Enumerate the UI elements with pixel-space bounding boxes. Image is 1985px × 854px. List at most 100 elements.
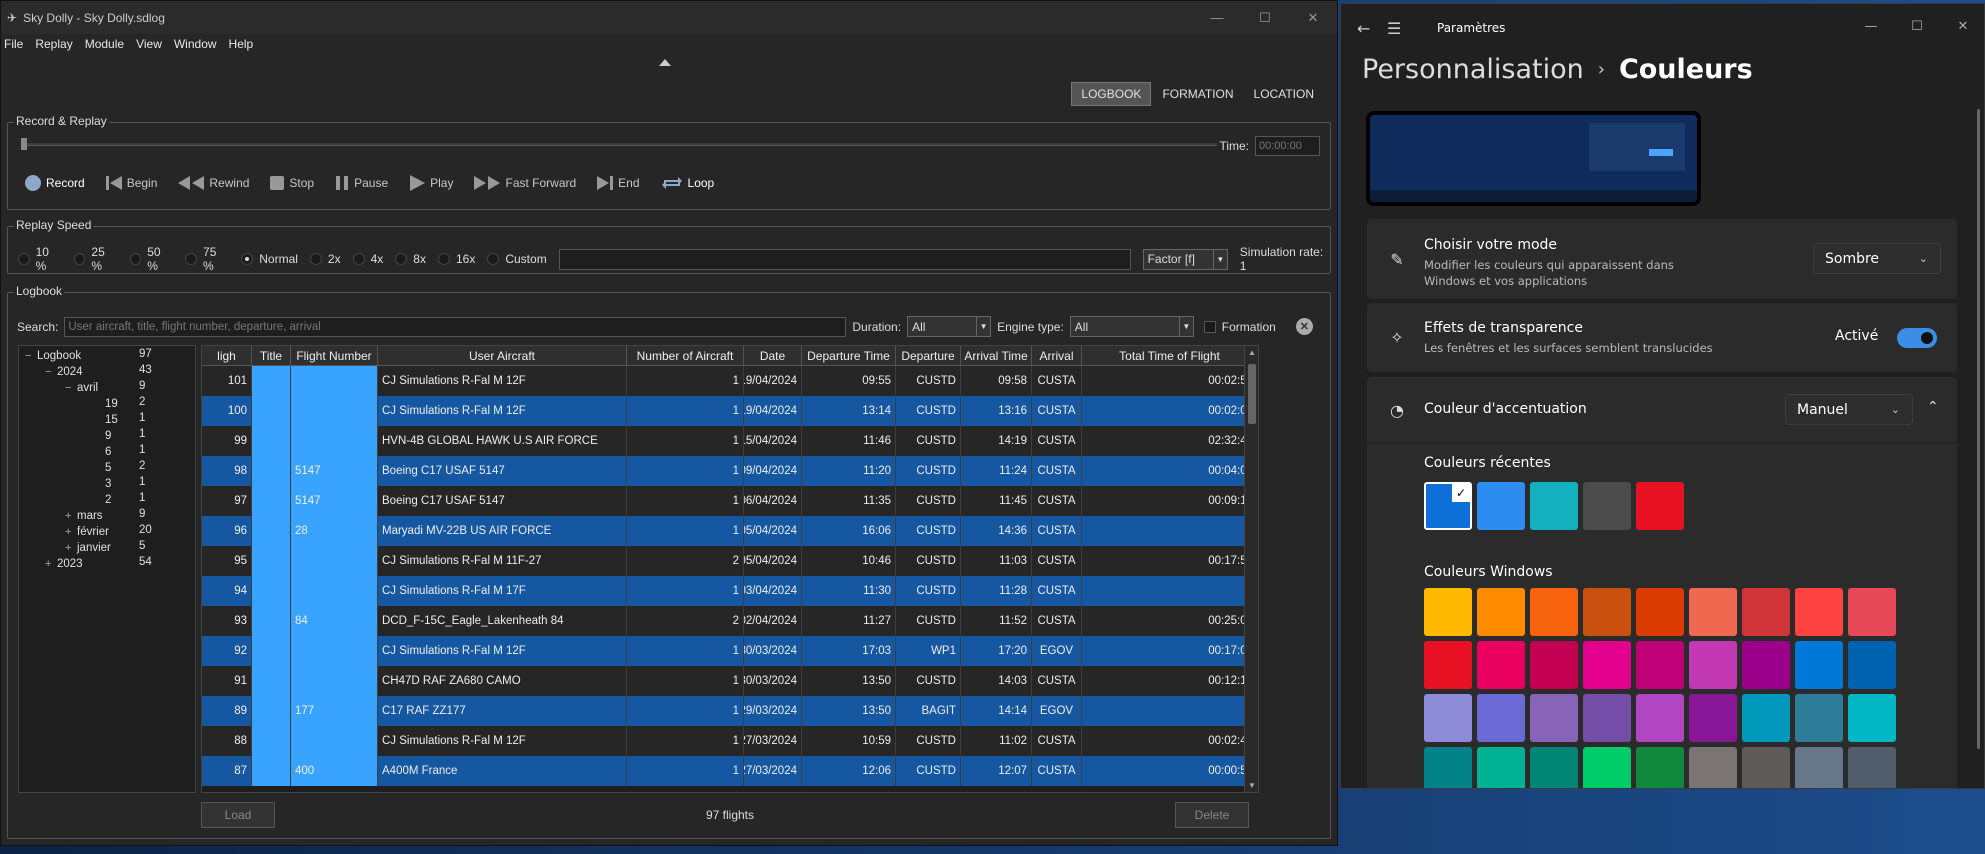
recent-color-swatch[interactable] — [1636, 482, 1684, 530]
tree-item[interactable]: − Logbook — [25, 348, 81, 364]
speed-radio-10[interactable]: 10 % — [18, 245, 62, 273]
windows-color-swatch[interactable] — [1636, 747, 1684, 788]
back-arrow-icon[interactable]: ← — [1357, 19, 1370, 38]
column-header[interactable]: Title — [252, 346, 291, 366]
windows-color-swatch[interactable] — [1530, 694, 1578, 742]
table-row[interactable]: 94 CJ Simulations R-Fal M 17F 1 03/04/2024 1… — [202, 576, 1258, 606]
windows-color-swatch[interactable] — [1689, 588, 1737, 636]
speed-radio-50[interactable]: 50 % — [129, 245, 174, 273]
speed-radio-8x[interactable]: 8x — [395, 252, 426, 266]
table-row[interactable]: 101 CJ Simulations R-Fal M 12F 1 19/04/2024… — [202, 366, 1258, 396]
tree-item[interactable]: − avril — [65, 380, 98, 396]
column-header[interactable]: Flight Number — [291, 346, 378, 366]
table-row[interactable]: 92 CJ Simulations R-Fal M 12F 1 30/03/2024 1… — [202, 636, 1258, 666]
play-button[interactable]: Play — [408, 174, 453, 192]
speed-radio-16x[interactable]: 16x — [437, 252, 475, 266]
column-header[interactable]: Arrival Time — [961, 346, 1032, 366]
hamburger-menu-icon[interactable]: ☰ — [1387, 19, 1401, 38]
windows-color-swatch[interactable] — [1424, 588, 1472, 636]
windows-color-swatch[interactable] — [1795, 641, 1843, 689]
tree-item[interactable]: + février — [65, 524, 109, 540]
loop-button[interactable]: Loop — [660, 174, 714, 192]
recent-color-swatch[interactable] — [1583, 482, 1631, 530]
tree-item[interactable]: 3 — [85, 476, 111, 492]
speed-radio-2x[interactable]: 2x — [309, 252, 341, 266]
minimize-icon[interactable]: — — [1193, 1, 1241, 34]
recent-color-swatch[interactable] — [1477, 482, 1525, 530]
windows-color-swatch[interactable] — [1848, 588, 1896, 636]
slider-handle[interactable] — [21, 138, 27, 150]
tree-item[interactable]: 2 — [85, 492, 111, 508]
column-header[interactable]: Arrival — [1032, 346, 1082, 366]
maximize-icon[interactable]: ☐ — [1241, 1, 1289, 34]
vertical-scrollbar[interactable]: ▲ ▼ — [1244, 346, 1258, 792]
rewind-button[interactable]: Rewind — [177, 174, 249, 192]
fast-forward-button[interactable]: Fast Forward — [473, 174, 576, 192]
table-row[interactable]: 88 CJ Simulations R-Fal M 12F 1 27/03/2024 1… — [202, 726, 1258, 756]
factor-select[interactable]: Factor [f] ▼ — [1142, 248, 1228, 270]
column-header[interactable]: Date — [744, 346, 802, 366]
tree-item[interactable]: + janvier — [65, 540, 111, 556]
search-input[interactable]: User aircraft, title, flight number, dep… — [64, 316, 847, 337]
tree-item[interactable]: 6 — [85, 444, 111, 460]
duration-select[interactable]: All ▼ — [907, 316, 992, 337]
windows-color-swatch[interactable] — [1795, 747, 1843, 788]
tab-formation[interactable]: FORMATION — [1153, 82, 1242, 106]
windows-color-swatch[interactable] — [1742, 694, 1790, 742]
expand-toggle-icon[interactable]: − — [65, 382, 77, 394]
table-row[interactable]: 91 CH47D RAF ZA680 CAMO 1 30/03/2024 13:50 CU… — [202, 666, 1258, 696]
stop-button[interactable]: Stop — [269, 174, 314, 192]
expand-toggle-icon[interactable]: + — [65, 526, 77, 538]
table-row[interactable]: 95 CJ Simulations R-Fal M 11F-27 2 05/04/20… — [202, 546, 1258, 576]
windows-color-swatch[interactable] — [1689, 694, 1737, 742]
tree-item[interactable]: 9 — [85, 428, 111, 444]
begin-button[interactable]: Begin — [105, 174, 157, 192]
pause-button[interactable]: Pause — [334, 174, 388, 192]
expand-toggle-icon[interactable]: − — [45, 366, 57, 378]
tree-item[interactable]: 15 — [85, 412, 118, 428]
windows-color-swatch[interactable] — [1530, 588, 1578, 636]
menu-help[interactable]: Help — [229, 37, 254, 51]
tree-item[interactable]: 19 — [85, 396, 118, 412]
expand-toggle-icon[interactable]: + — [45, 558, 57, 570]
accent-select[interactable]: Manuel ⌄ — [1785, 394, 1913, 425]
windows-color-swatch[interactable] — [1477, 694, 1525, 742]
windows-color-swatch[interactable] — [1795, 588, 1843, 636]
mode-select[interactable]: Sombre ⌄ — [1813, 243, 1941, 274]
settings-scrollbar[interactable] — [1977, 109, 1980, 749]
windows-color-swatch[interactable] — [1689, 641, 1737, 689]
chevron-up-icon[interactable]: ⌃ — [1927, 399, 1939, 415]
table-row[interactable]: 99 HVN-4B GLOBAL HAWK U.S AIR FORCE 1 15/04… — [202, 426, 1258, 456]
maximize-icon[interactable]: ☐ — [1894, 4, 1940, 48]
column-header[interactable]: Total Time of Flight — [1082, 346, 1258, 366]
windows-color-swatch[interactable] — [1848, 694, 1896, 742]
speed-radio-75[interactable]: 75 % — [185, 245, 229, 273]
recent-color-swatch[interactable] — [1530, 482, 1578, 530]
windows-color-swatch[interactable] — [1424, 747, 1472, 788]
table-row[interactable]: 89 177 C17 RAF ZZ177 1 29/03/2024 13:50 BAGIT 1… — [202, 696, 1258, 726]
expand-toggle-icon[interactable]: + — [65, 542, 77, 554]
menu-file[interactable]: File — [4, 37, 23, 51]
windows-color-swatch[interactable] — [1477, 747, 1525, 788]
speed-radio-25[interactable]: 25 % — [73, 245, 118, 273]
windows-color-swatch[interactable] — [1583, 747, 1631, 788]
windows-color-swatch[interactable] — [1583, 588, 1631, 636]
windows-color-swatch[interactable] — [1530, 641, 1578, 689]
menu-module[interactable]: Module — [85, 37, 124, 51]
windows-color-swatch[interactable] — [1477, 588, 1525, 636]
menu-view[interactable]: View — [136, 37, 162, 51]
column-header[interactable]: Departure — [896, 346, 961, 366]
menu-replay[interactable]: Replay — [35, 37, 72, 51]
close-icon[interactable]: ✕ — [1940, 4, 1984, 48]
time-spinbox[interactable]: 00:00:00 — [1255, 136, 1320, 156]
column-header[interactable]: Departure Time — [802, 346, 896, 366]
table-row[interactable]: 98 5147 Boeing C17 USAF 5147 1 09/04/2024 11:… — [202, 456, 1258, 486]
windows-color-swatch[interactable] — [1636, 694, 1684, 742]
tree-item[interactable]: −2024 — [45, 364, 83, 380]
windows-color-swatch[interactable] — [1848, 747, 1896, 788]
windows-color-swatch[interactable] — [1742, 641, 1790, 689]
table-row[interactable]: 100 CJ Simulations R-Fal M 12F 1 19/04/2024… — [202, 396, 1258, 426]
collapse-arrow-icon[interactable] — [659, 59, 671, 66]
transparency-toggle[interactable] — [1897, 328, 1937, 348]
windows-color-swatch[interactable] — [1636, 588, 1684, 636]
